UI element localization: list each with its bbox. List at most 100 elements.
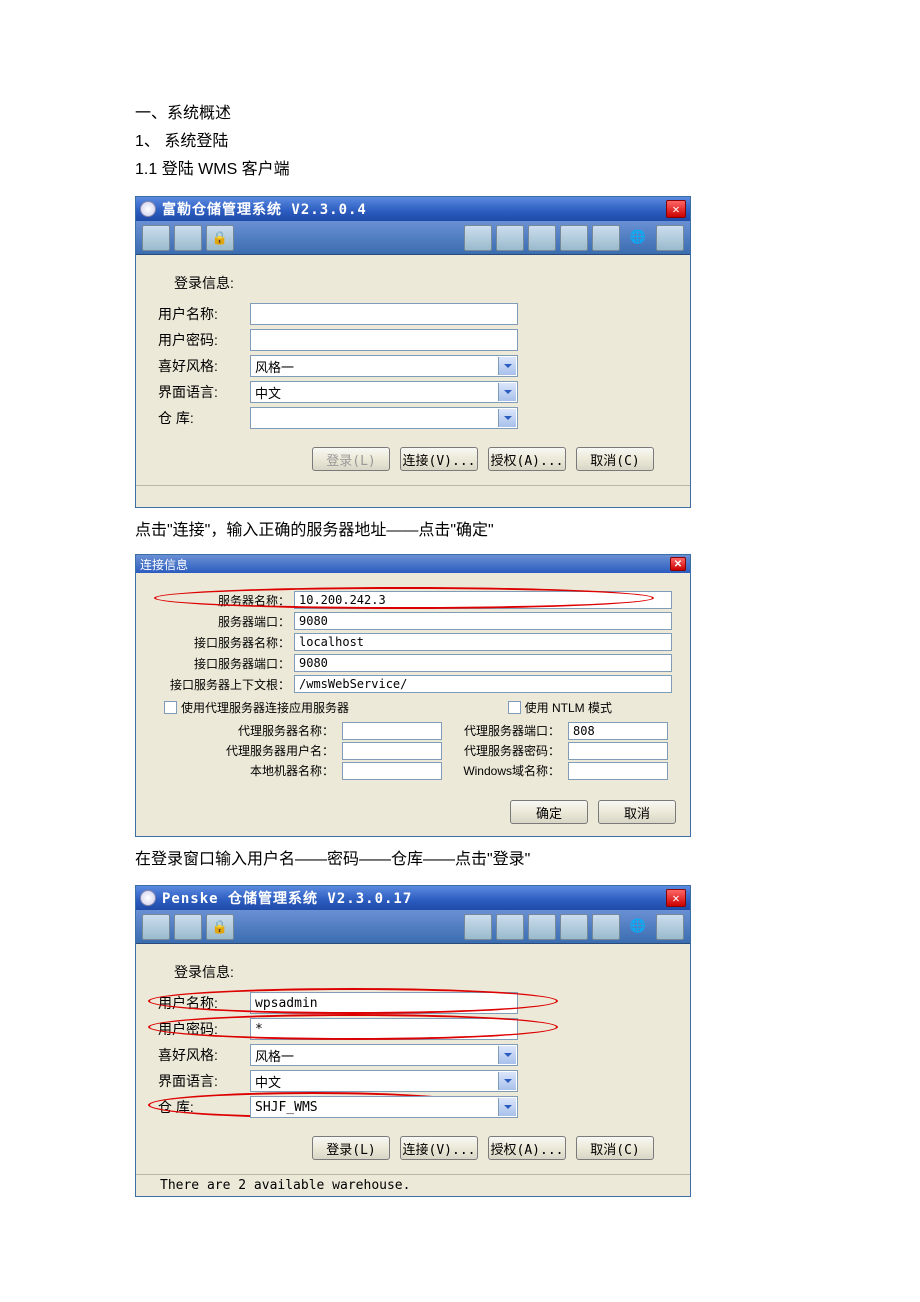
title-bar: 富勒仓储管理系统 V2.3.0.4 ✕: [136, 197, 690, 221]
toolbar-icon-1[interactable]: [142, 225, 170, 251]
lock-icon[interactable]: [206, 914, 234, 940]
toolbar: [136, 221, 690, 255]
username-input[interactable]: [250, 303, 518, 325]
chevron-down-icon: [498, 1072, 516, 1090]
proxy-user-input[interactable]: [342, 742, 442, 760]
annotation-circle: [148, 1014, 558, 1040]
warehouse-combo[interactable]: [250, 407, 518, 429]
toolbar-icon-8[interactable]: [656, 914, 684, 940]
heading-2: 1、 系统登陆: [135, 128, 785, 156]
proxy-password-label: 代理服务器密码：: [450, 742, 560, 760]
conn-title: 连接信息: [140, 556, 670, 573]
chevron-down-icon: [498, 409, 516, 427]
language-combo[interactable]: 中文: [250, 381, 518, 403]
proxy-port-label: 代理服务器端口：: [450, 722, 560, 740]
warehouse-label: 仓 库:: [158, 408, 250, 428]
globe-icon[interactable]: [624, 225, 652, 251]
toolbar-icon-8[interactable]: [656, 225, 684, 251]
status-bar: There are 2 available warehouse.: [136, 1174, 690, 1196]
window-title: Penske 仓储管理系统 V2.3.0.17: [162, 888, 666, 908]
local-machine-label: 本地机器名称：: [194, 762, 334, 780]
proxy-port-input[interactable]: [568, 722, 668, 740]
username-label: 用户名称:: [158, 304, 250, 324]
proxy-password-input[interactable]: [568, 742, 668, 760]
toolbar-icon-6[interactable]: [560, 225, 588, 251]
style-value: 风格一: [255, 1046, 294, 1065]
connect-button[interactable]: 连接(V)...: [400, 447, 478, 471]
style-label: 喜好风格:: [158, 1045, 250, 1065]
language-label: 界面语言:: [158, 382, 250, 402]
toolbar-icon-2[interactable]: [174, 225, 202, 251]
instruction-2: 在登录窗口输入用户名——密码——仓库——点击"登录": [135, 847, 785, 873]
login-form: 登录信息: 用户名称: 用户密码: 喜好风格: 风格一 界面语言: 中文: [136, 944, 690, 1174]
toolbar: [136, 910, 690, 944]
heading-1: 一、系统概述: [135, 100, 785, 128]
login-window-1: 富勒仓储管理系统 V2.3.0.4 ✕ 登录信息: 用户名称: 用户密码: 喜好…: [135, 196, 691, 508]
lock-icon[interactable]: [206, 225, 234, 251]
toolbar-icon-6[interactable]: [560, 914, 588, 940]
connect-button[interactable]: 连接(V)...: [400, 1136, 478, 1160]
password-input[interactable]: [250, 329, 518, 351]
toolbar-icon-3[interactable]: [464, 914, 492, 940]
toolbar-icon-2[interactable]: [174, 914, 202, 940]
app-icon: [140, 890, 156, 906]
password-label: 用户密码:: [158, 330, 250, 350]
chevron-down-icon: [498, 383, 516, 401]
style-label: 喜好风格:: [158, 356, 250, 376]
conn-title-bar: 连接信息 ✕: [136, 555, 690, 573]
annotation-circle: [154, 587, 654, 609]
authorize-button[interactable]: 授权(A)...: [488, 1136, 566, 1160]
proxy-server-input[interactable]: [342, 722, 442, 740]
interface-server-name-input[interactable]: [294, 633, 672, 651]
windows-domain-input[interactable]: [568, 762, 668, 780]
warehouse-combo[interactable]: SHJF_WMS: [250, 1096, 518, 1118]
connection-dialog: 连接信息 ✕ 服务器名称： 服务器端口： 接口服务器名称： 接口服务器端口： 接…: [135, 554, 691, 837]
window-title: 富勒仓储管理系统 V2.3.0.4: [162, 199, 666, 219]
use-proxy-label: 使用代理服务器连接应用服务器: [181, 699, 349, 716]
use-ntlm-checkbox[interactable]: [508, 701, 521, 714]
instruction-1: 点击"连接"，输入正确的服务器地址——点击"确定": [135, 518, 785, 544]
toolbar-icon-3[interactable]: [464, 225, 492, 251]
toolbar-icon-7[interactable]: [592, 914, 620, 940]
toolbar-icon-5[interactable]: [528, 914, 556, 940]
close-icon[interactable]: ✕: [666, 889, 686, 907]
section-label: 登录信息:: [174, 273, 668, 293]
toolbar-icon-1[interactable]: [142, 914, 170, 940]
cancel-button[interactable]: 取消(C): [576, 447, 654, 471]
server-port-input[interactable]: [294, 612, 672, 630]
title-bar: Penske 仓储管理系统 V2.3.0.17 ✕: [136, 886, 690, 910]
context-root-input[interactable]: [294, 675, 672, 693]
close-icon[interactable]: ✕: [666, 200, 686, 218]
proxy-server-label: 代理服务器名称：: [194, 722, 334, 740]
login-button[interactable]: 登录(L): [312, 447, 390, 471]
use-ntlm-label: 使用 NTLM 模式: [525, 699, 612, 716]
chevron-down-icon: [498, 1046, 516, 1064]
style-value: 风格一: [255, 357, 294, 376]
login-button[interactable]: 登录(L): [312, 1136, 390, 1160]
toolbar-icon-4[interactable]: [496, 225, 524, 251]
toolbar-icon-4[interactable]: [496, 914, 524, 940]
login-form: 登录信息: 用户名称: 用户密码: 喜好风格: 风格一 界面语言: 中文 仓 库…: [136, 255, 690, 485]
language-combo[interactable]: 中文: [250, 1070, 518, 1092]
cancel-button[interactable]: 取消: [598, 800, 676, 824]
globe-icon[interactable]: [624, 914, 652, 940]
use-proxy-checkbox[interactable]: [164, 701, 177, 714]
ok-button[interactable]: 确定: [510, 800, 588, 824]
local-machine-input[interactable]: [342, 762, 442, 780]
style-combo[interactable]: 风格一: [250, 1044, 518, 1066]
close-icon[interactable]: ✕: [670, 557, 686, 571]
interface-server-port-input[interactable]: [294, 654, 672, 672]
windows-domain-label: Windows域名称：: [450, 762, 560, 780]
style-combo[interactable]: 风格一: [250, 355, 518, 377]
server-port-label: 服务器端口：: [154, 613, 294, 630]
toolbar-icon-5[interactable]: [528, 225, 556, 251]
proxy-user-label: 代理服务器用户名：: [194, 742, 334, 760]
login-window-2: Penske 仓储管理系统 V2.3.0.17 ✕ 登录信息: 用户名称: 用户…: [135, 885, 691, 1197]
language-value: 中文: [255, 1072, 281, 1091]
app-icon: [140, 201, 156, 217]
authorize-button[interactable]: 授权(A)...: [488, 447, 566, 471]
toolbar-icon-7[interactable]: [592, 225, 620, 251]
cancel-button[interactable]: 取消(C): [576, 1136, 654, 1160]
status-bar: [136, 485, 690, 507]
warehouse-value: SHJF_WMS: [255, 1100, 318, 1115]
